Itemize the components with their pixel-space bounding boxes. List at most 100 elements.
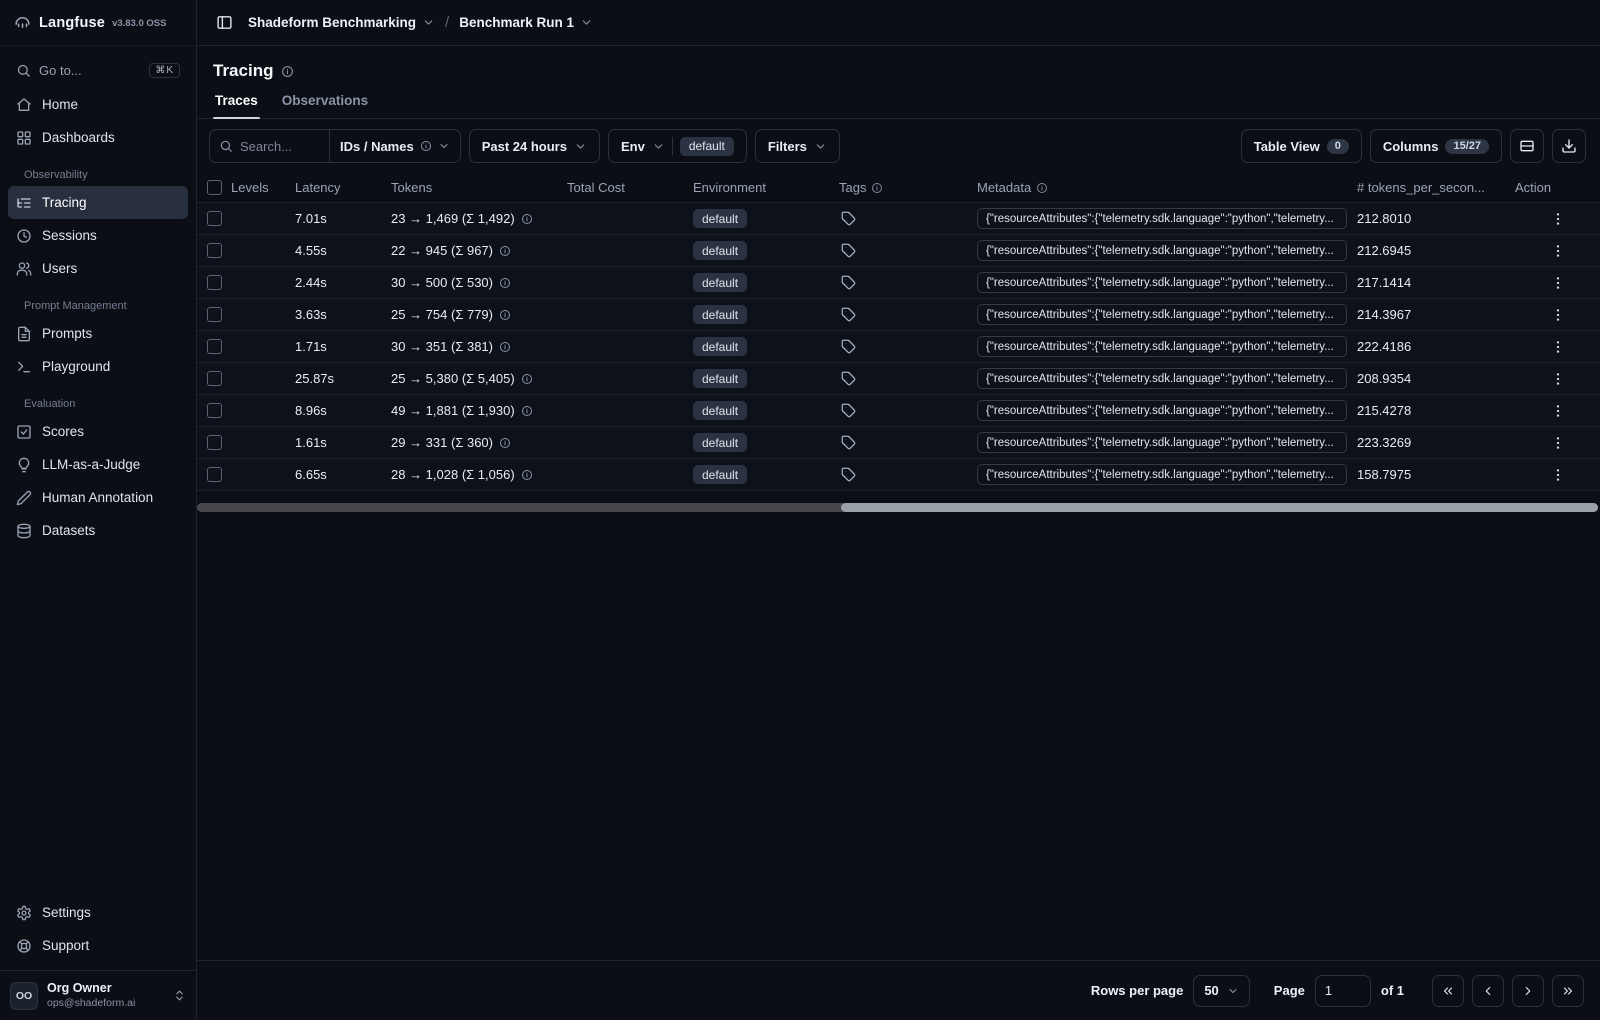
sidebar-item-home[interactable]: Home	[8, 88, 188, 121]
page-number-input[interactable]	[1314, 974, 1371, 1007]
column-header-tokens[interactable]: Tokens	[391, 180, 567, 195]
tag-icon[interactable]	[841, 339, 856, 354]
tag-icon[interactable]	[841, 435, 856, 450]
table-row[interactable]: 6.65s 28 → 1,028 (Σ 1,056) default {"res…	[197, 459, 1600, 491]
row-actions-button[interactable]	[1515, 307, 1600, 323]
table-row[interactable]: 4.55s 22 → 945 (Σ 967) default {"resourc…	[197, 235, 1600, 267]
tag-icon[interactable]	[841, 275, 856, 290]
row-actions-button[interactable]	[1515, 211, 1600, 227]
info-icon[interactable]	[499, 341, 511, 353]
select-all-checkbox[interactable]	[206, 180, 222, 195]
tags-cell[interactable]	[839, 307, 977, 322]
row-actions-button[interactable]	[1515, 403, 1600, 419]
metadata-value[interactable]: {"resourceAttributes":{"telemetry.sdk.la…	[977, 272, 1347, 293]
sidebar-item-datasets[interactable]: Datasets	[8, 514, 188, 547]
row-actions-button[interactable]	[1515, 339, 1600, 355]
sidebar-item-human-annotation[interactable]: Human Annotation	[8, 481, 188, 514]
tag-icon[interactable]	[841, 243, 856, 258]
row-actions-button[interactable]	[1515, 371, 1600, 387]
sidebar-item-playground[interactable]: Playground	[8, 350, 188, 383]
metadata-value[interactable]: {"resourceAttributes":{"telemetry.sdk.la…	[977, 432, 1347, 453]
row-checkbox[interactable]	[206, 435, 222, 450]
sidebar-item-users[interactable]: Users	[8, 252, 188, 285]
info-icon[interactable]	[521, 213, 533, 225]
info-icon[interactable]	[499, 437, 511, 449]
tags-cell[interactable]	[839, 467, 977, 482]
metadata-value[interactable]: {"resourceAttributes":{"telemetry.sdk.la…	[977, 240, 1347, 261]
column-header-tokens-per-second[interactable]: # tokens_per_secon...	[1357, 180, 1515, 195]
metadata-value[interactable]: {"resourceAttributes":{"telemetry.sdk.la…	[977, 208, 1347, 229]
column-header-levels[interactable]: Levels	[231, 180, 295, 195]
first-page-button[interactable]	[1432, 974, 1464, 1007]
search-input[interactable]	[240, 138, 322, 154]
info-icon[interactable]	[521, 405, 533, 417]
previous-page-button[interactable]	[1472, 974, 1504, 1007]
columns-button[interactable]: Columns 15/27	[1369, 129, 1502, 163]
table-row[interactable]: 8.96s 49 → 1,881 (Σ 1,930) default {"res…	[197, 395, 1600, 427]
tags-cell[interactable]	[839, 339, 977, 354]
tags-cell[interactable]	[839, 211, 977, 226]
table-row[interactable]: 7.01s 23 → 1,469 (Σ 1,492) default {"res…	[197, 203, 1600, 235]
scrollbar-thumb[interactable]	[841, 503, 1598, 512]
sidebar-item-dashboards[interactable]: Dashboards	[8, 121, 188, 154]
search-mode-dropdown[interactable]: IDs / Names	[329, 130, 460, 162]
info-icon[interactable]	[521, 373, 533, 385]
info-icon[interactable]	[281, 65, 294, 78]
tag-icon[interactable]	[841, 403, 856, 418]
row-actions-button[interactable]	[1515, 243, 1600, 259]
column-header-latency[interactable]: Latency	[295, 180, 391, 195]
export-button[interactable]	[1552, 129, 1586, 163]
table-row[interactable]: 25.87s 25 → 5,380 (Σ 5,405) default {"re…	[197, 363, 1600, 395]
row-checkbox[interactable]	[206, 339, 222, 354]
tags-cell[interactable]	[839, 403, 977, 418]
row-checkbox[interactable]	[206, 371, 222, 386]
row-actions-button[interactable]	[1515, 435, 1600, 451]
info-icon[interactable]	[499, 245, 511, 257]
metadata-value[interactable]: {"resourceAttributes":{"telemetry.sdk.la…	[977, 464, 1347, 485]
tab-traces[interactable]: Traces	[213, 87, 260, 119]
row-actions-button[interactable]	[1515, 275, 1600, 291]
sidebar-item-scores[interactable]: Scores	[8, 415, 188, 448]
metadata-value[interactable]: {"resourceAttributes":{"telemetry.sdk.la…	[977, 368, 1347, 389]
table-view-button[interactable]: Table View 0	[1240, 129, 1362, 163]
search-control[interactable]: IDs / Names	[209, 129, 461, 163]
row-height-button[interactable]	[1510, 129, 1544, 163]
last-page-button[interactable]	[1552, 974, 1584, 1007]
table-row[interactable]: 1.71s 30 → 351 (Σ 381) default {"resourc…	[197, 331, 1600, 363]
next-page-button[interactable]	[1512, 974, 1544, 1007]
table-row[interactable]: 3.63s 25 → 754 (Σ 779) default {"resourc…	[197, 299, 1600, 331]
column-header-environment[interactable]: Environment	[693, 180, 839, 195]
info-icon[interactable]	[499, 309, 511, 321]
column-header-total-cost[interactable]: Total Cost	[567, 180, 693, 195]
org-selector[interactable]: Shadeform Benchmarking	[248, 15, 435, 30]
horizontal-scrollbar[interactable]	[197, 503, 1598, 512]
project-selector[interactable]: Benchmark Run 1	[459, 15, 593, 30]
tab-observations[interactable]: Observations	[280, 87, 370, 118]
tag-icon[interactable]	[841, 211, 856, 226]
goto-search[interactable]: Go to... ⌘K	[8, 54, 188, 86]
row-checkbox[interactable]	[206, 307, 222, 322]
tag-icon[interactable]	[841, 467, 856, 482]
info-icon[interactable]	[521, 469, 533, 481]
sidebar-item-llm-as-a-judge[interactable]: LLM-as-a-Judge	[8, 448, 188, 481]
sidebar-toggle-button[interactable]	[210, 9, 238, 37]
column-header-metadata[interactable]: Metadata	[977, 180, 1357, 195]
column-header-tags[interactable]: Tags	[839, 180, 977, 195]
table-row[interactable]: 2.44s 30 → 500 (Σ 530) default {"resourc…	[197, 267, 1600, 299]
metadata-value[interactable]: {"resourceAttributes":{"telemetry.sdk.la…	[977, 400, 1347, 421]
metadata-value[interactable]: {"resourceAttributes":{"telemetry.sdk.la…	[977, 304, 1347, 325]
time-range-dropdown[interactable]: Past 24 hours	[468, 129, 600, 163]
row-checkbox[interactable]	[206, 211, 222, 226]
row-checkbox[interactable]	[206, 467, 222, 482]
row-checkbox[interactable]	[206, 243, 222, 258]
tags-cell[interactable]	[839, 435, 977, 450]
tags-cell[interactable]	[839, 275, 977, 290]
sidebar-item-settings[interactable]: Settings	[8, 896, 188, 929]
sidebar-item-prompts[interactable]: Prompts	[8, 317, 188, 350]
tag-icon[interactable]	[841, 371, 856, 386]
tag-icon[interactable]	[841, 307, 856, 322]
metadata-value[interactable]: {"resourceAttributes":{"telemetry.sdk.la…	[977, 336, 1347, 357]
sidebar-item-sessions[interactable]: Sessions	[8, 219, 188, 252]
tags-cell[interactable]	[839, 243, 977, 258]
env-filter-dropdown[interactable]: Env default	[607, 129, 747, 163]
